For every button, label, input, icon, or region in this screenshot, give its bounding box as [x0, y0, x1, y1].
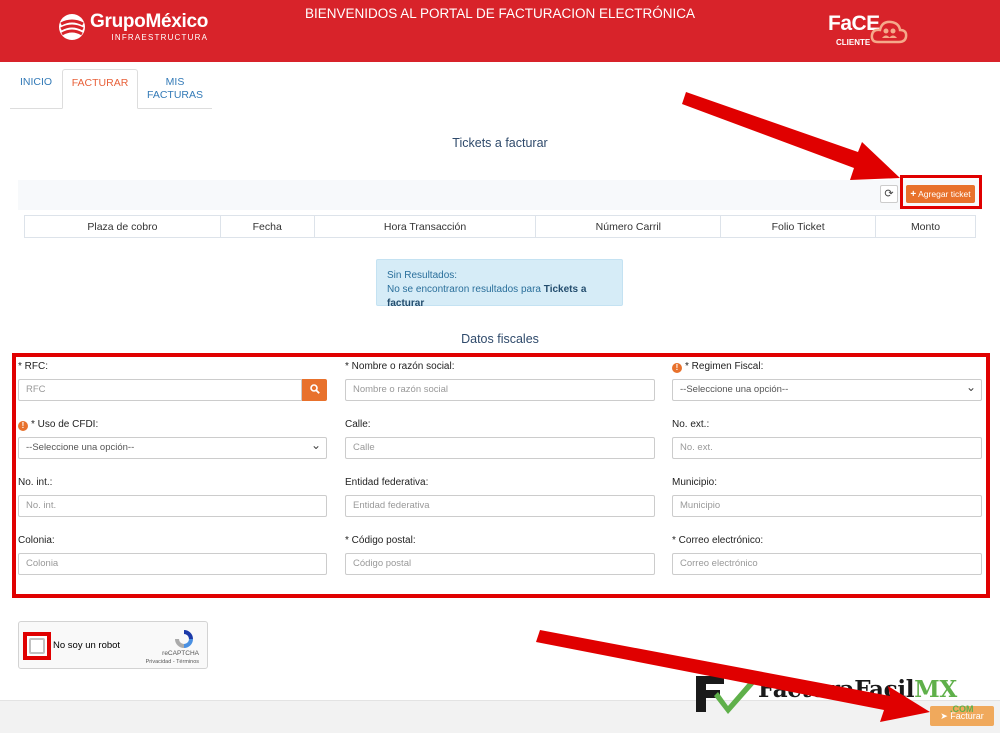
- municipio-input[interactable]: Municipio: [672, 495, 982, 517]
- empty-results-alert: Sin Resultados: No se encontraron result…: [376, 259, 623, 309]
- recaptcha-logo-icon: [175, 630, 193, 648]
- entidad-input[interactable]: Entidad federativa: [345, 495, 655, 517]
- empty-title: Sin Resultados:: [387, 270, 458, 281]
- calle-label: Calle:: [345, 419, 371, 430]
- regimen-fiscal-label: * Regimen Fiscal:: [685, 361, 764, 372]
- col-folio-ticket[interactable]: Folio Ticket: [720, 215, 877, 238]
- colonia-label: Colonia:: [18, 535, 55, 546]
- municipio-label: Municipio:: [672, 477, 718, 488]
- col-plaza-de-cobro[interactable]: Plaza de cobro: [24, 215, 221, 238]
- calle-field: Calle: Calle: [345, 418, 655, 459]
- tab-mis-facturas[interactable]: MIS FACTURAS: [138, 69, 212, 109]
- codigo-postal-input[interactable]: Código postal: [345, 553, 655, 575]
- recaptcha-widget: No soy un robot reCAPTCHA Privacidad - T…: [18, 621, 208, 669]
- regimen-fiscal-select[interactable]: --Seleccione una opción--: [672, 377, 982, 401]
- face-cliente-logo: FaCE CLIENTE: [826, 12, 910, 50]
- col-fecha[interactable]: Fecha: [219, 215, 315, 238]
- rfc-field: * RFC: RFC: [18, 360, 327, 401]
- recaptcha-terms[interactable]: Privacidad - Términos: [146, 659, 199, 665]
- tickets-section-title: Tickets a facturar: [452, 136, 548, 150]
- rfc-label: * RFC:: [18, 361, 48, 372]
- razon-social-input[interactable]: Nombre o razón social: [345, 379, 655, 401]
- facturafacil-logo-icon: [696, 676, 758, 714]
- razon-social-label: * Nombre o razón social:: [345, 361, 455, 372]
- no-ext-field: No. ext.: No. ext.: [672, 418, 982, 459]
- table-header-row: Plaza de cobro Fecha Hora Transacción Nú…: [24, 215, 976, 238]
- col-monto[interactable]: Monto: [875, 215, 976, 238]
- watermark-text: FacturaFacilMX: [758, 676, 957, 703]
- tickets-table: Plaza de cobro Fecha Hora Transacción Nú…: [24, 215, 976, 238]
- watermark-main: FacturaFacil: [758, 676, 915, 703]
- entidad-label: Entidad federativa:: [345, 477, 429, 488]
- correo-field: * Correo electrónico: Correo electrónico: [672, 534, 982, 575]
- calle-input[interactable]: Calle: [345, 437, 655, 459]
- col-hora-transaccion[interactable]: Hora Transacción: [313, 215, 537, 238]
- top-header: GrupoMéxico INFRAESTRUCTURA BIENVENIDOS …: [0, 0, 1000, 62]
- fiscal-section-title: Datos fiscales: [461, 332, 539, 346]
- rfc-search-button[interactable]: [302, 379, 327, 401]
- rfc-input[interactable]: RFC: [18, 379, 302, 401]
- no-int-input[interactable]: No. int.: [18, 495, 327, 517]
- regimen-fiscal-field: ! * Regimen Fiscal: --Seleccione una opci…: [672, 360, 982, 401]
- warning-icon: !: [672, 363, 682, 373]
- tickets-toolbar: ⟳ + Agregar ticket: [18, 180, 982, 210]
- no-int-field: No. int.: No. int.: [18, 476, 327, 517]
- search-icon: [309, 384, 320, 394]
- logo-sub-text: INFRAESTRUCTURA: [111, 33, 209, 42]
- uso-cfdi-value: --Seleccione una opción--: [26, 442, 135, 453]
- regimen-fiscal-value: --Seleccione una opción--: [680, 384, 789, 395]
- col-numero-carril[interactable]: Número Carril: [535, 215, 722, 238]
- recaptcha-label: No soy un robot: [53, 640, 121, 651]
- correo-label: * Correo electrónico:: [672, 535, 764, 546]
- uso-cfdi-label: * Uso de CFDI:: [31, 419, 99, 430]
- codigo-postal-label: * Código postal:: [345, 535, 416, 546]
- warning-icon: !: [18, 421, 28, 431]
- tab-inicio[interactable]: INICIO: [10, 69, 62, 109]
- no-int-label: No. int.:: [18, 477, 53, 488]
- tab-facturar[interactable]: FACTURAR: [62, 69, 138, 109]
- no-ext-input[interactable]: No. ext.: [672, 437, 982, 459]
- empty-message: No se encontraron resultados para: [387, 284, 541, 295]
- codigo-postal-field: * Código postal: Código postal: [345, 534, 655, 575]
- correo-input[interactable]: Correo electrónico: [672, 553, 982, 575]
- municipio-field: Municipio: Municipio: [672, 476, 982, 517]
- refresh-button[interactable]: ⟳: [880, 185, 898, 203]
- face-logo-sub: CLIENTE: [836, 38, 871, 47]
- uso-cfdi-field: ! * Uso de CFDI: --Seleccione una opción-…: [18, 418, 327, 459]
- recaptcha-brand: reCAPTCHA: [162, 650, 199, 657]
- recaptcha-checkbox[interactable]: [23, 632, 51, 660]
- colonia-input[interactable]: Colonia: [18, 553, 327, 575]
- facturafacil-watermark: FacturaFacilMX .COM: [694, 670, 994, 716]
- colonia-field: Colonia: Colonia: [18, 534, 327, 575]
- watermark-mx: MX: [914, 676, 957, 703]
- watermark-com: .COM: [950, 704, 974, 714]
- no-ext-label: No. ext.:: [672, 419, 710, 430]
- uso-cfdi-select[interactable]: --Seleccione una opción--: [18, 435, 327, 459]
- main-tabs: INICIO FACTURAR MIS FACTURAS: [10, 69, 212, 109]
- entidad-field: Entidad federativa: Entidad federativa: [345, 476, 655, 517]
- cloud-users-icon: [870, 20, 908, 44]
- regimen-fiscal-label-row: ! * Regimen Fiscal:: [672, 360, 982, 374]
- refresh-icon: ⟳: [884, 188, 894, 200]
- uso-cfdi-label-row: ! * Uso de CFDI:: [18, 418, 327, 432]
- recaptcha-checkbox-inner: [29, 638, 45, 654]
- razon-social-field: * Nombre o razón social: Nombre o razón …: [345, 360, 655, 401]
- add-ticket-highlight: [900, 175, 982, 209]
- empty-message-line: No se encontraron resultados para Ticket…: [387, 283, 612, 311]
